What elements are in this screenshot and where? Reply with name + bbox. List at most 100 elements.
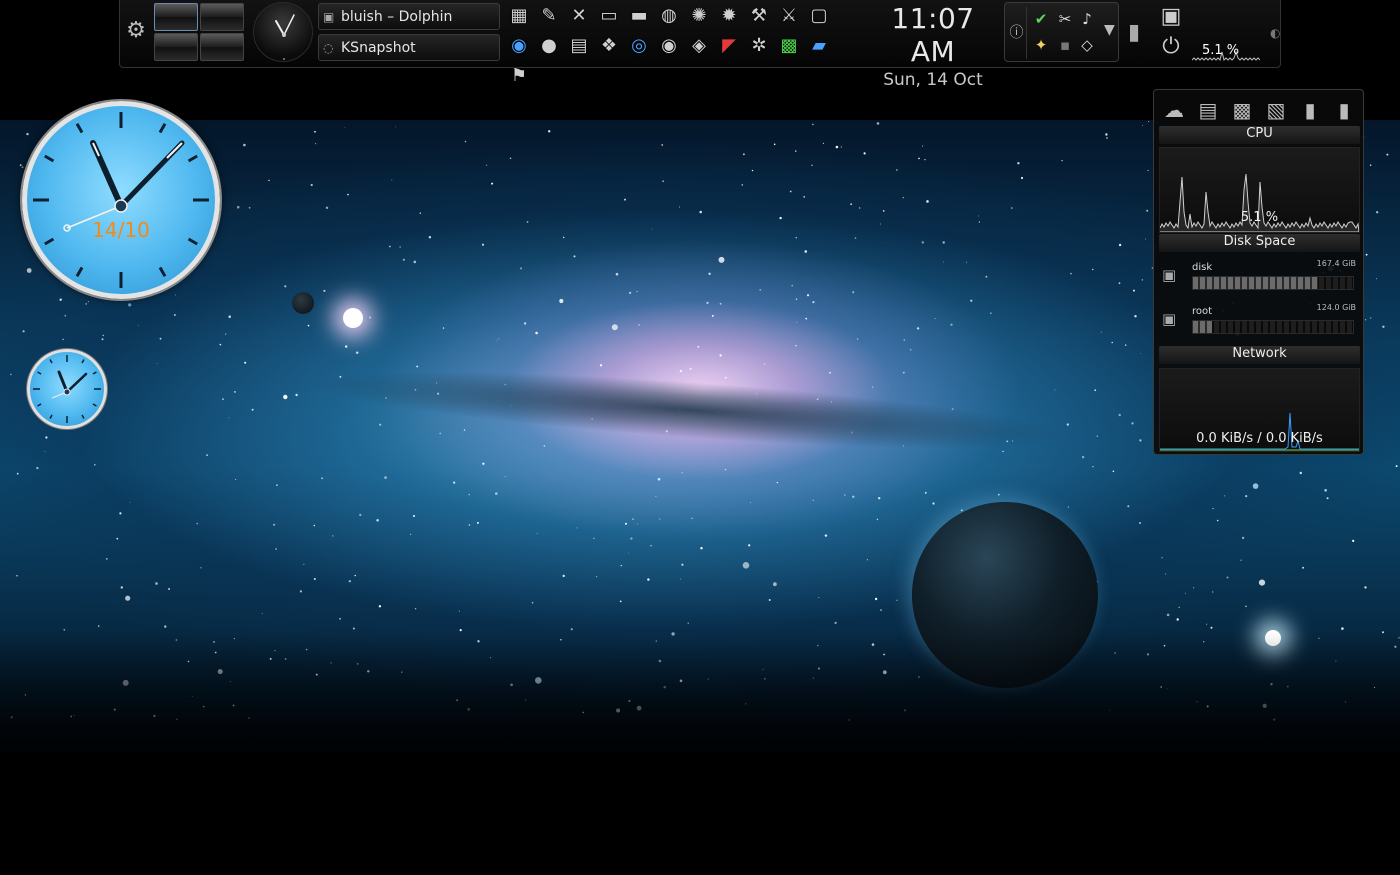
settings-icon[interactable]: ✹ bbox=[716, 2, 742, 29]
apps-icon[interactable]: ❖ bbox=[596, 32, 622, 59]
mc-icon[interactable]: ◎ bbox=[626, 32, 652, 59]
star bbox=[359, 513, 362, 517]
pager-desktop-3[interactable] bbox=[154, 33, 198, 61]
dolphin-icon: ▣ bbox=[323, 9, 335, 24]
flag-icon[interactable]: ◤ bbox=[716, 32, 742, 59]
tools-icon[interactable]: ✕ bbox=[566, 2, 592, 29]
hammer-icon[interactable]: ⚒ bbox=[746, 2, 772, 29]
star bbox=[467, 708, 471, 711]
star bbox=[637, 523, 639, 525]
star bbox=[902, 196, 905, 199]
monitor-icon[interactable]: ▩ bbox=[776, 32, 802, 59]
memory-applet-icon[interactable]: ▩ bbox=[1228, 96, 1256, 124]
task-dolphin[interactable]: ▣ bluish – Dolphin bbox=[318, 3, 500, 30]
star bbox=[795, 150, 797, 152]
eye-icon[interactable]: ◉ bbox=[656, 32, 682, 59]
star bbox=[1352, 539, 1355, 542]
volume-icon[interactable]: ♪ bbox=[1077, 9, 1097, 29]
quick-launch: ▦ ✎ ✕ ▭ ▬ ◍ ✺ ✹ ⚒ ⚔ ▢ ◉ ● ▤ ❖ ◎ ◉ ◈ ◤ ✲ … bbox=[506, 2, 846, 89]
disk-usage-bar bbox=[1192, 276, 1354, 290]
star bbox=[681, 472, 683, 474]
boxes-icon[interactable]: ▰ bbox=[806, 32, 832, 59]
map-pin-icon[interactable]: ⚑ bbox=[506, 62, 532, 89]
pager-desktop-1[interactable] bbox=[154, 3, 198, 31]
screen-icon[interactable]: ▢ bbox=[806, 2, 832, 29]
star bbox=[573, 255, 576, 258]
panel-analog-clock[interactable] bbox=[253, 2, 313, 62]
star bbox=[655, 640, 657, 642]
scissors-icon[interactable]: ✂ bbox=[1055, 9, 1075, 29]
alien-icon[interactable]: ◈ bbox=[686, 32, 712, 59]
star bbox=[628, 291, 632, 295]
trash-icon[interactable]: ▮ bbox=[1128, 20, 1140, 45]
star bbox=[536, 533, 538, 535]
star bbox=[997, 493, 1000, 496]
disk-row-root[interactable]: ▣ root 124.0 GiB bbox=[1162, 303, 1358, 342]
clock-tick bbox=[44, 154, 55, 163]
star bbox=[978, 215, 979, 217]
star bbox=[628, 700, 631, 702]
star bbox=[384, 476, 387, 479]
splat-icon[interactable]: ✺ bbox=[686, 2, 712, 29]
tray-expand-arrow-icon[interactable]: ▼ bbox=[1104, 22, 1115, 38]
network-applet-icon[interactable]: ▧ bbox=[1262, 96, 1290, 124]
task-label: KSnapshot bbox=[341, 39, 416, 56]
star bbox=[1184, 592, 1186, 594]
globe-icon[interactable]: ◉ bbox=[506, 32, 532, 59]
star bbox=[1100, 331, 1102, 333]
folder-icon[interactable]: ▬ bbox=[626, 2, 652, 29]
disc-icon[interactable]: ◍ bbox=[656, 2, 682, 29]
check-icon[interactable]: ✔ bbox=[1031, 9, 1051, 29]
star bbox=[251, 408, 254, 411]
disk-name: root bbox=[1192, 306, 1213, 317]
lock-screen-icon[interactable]: ▣ bbox=[1154, 2, 1188, 32]
star bbox=[904, 709, 906, 712]
star bbox=[593, 537, 595, 539]
temperature-applet-icon[interactable]: ▮ bbox=[1330, 96, 1358, 124]
sensor-applet-icon[interactable]: ▮ bbox=[1296, 96, 1324, 124]
satellite-icon[interactable]: ✲ bbox=[746, 32, 772, 59]
star bbox=[764, 363, 766, 365]
keyboard-icon[interactable]: ▪ bbox=[1055, 35, 1075, 55]
circle-icon[interactable]: ● bbox=[536, 32, 562, 59]
digital-clock[interactable]: 11:07 AM Sun, 14 Oct bbox=[868, 2, 998, 90]
star bbox=[113, 708, 116, 711]
cpu-graph[interactable]: 5.1 % bbox=[1159, 147, 1360, 233]
star bbox=[122, 679, 129, 686]
package-icon[interactable]: ▦ bbox=[506, 2, 532, 29]
task-ksnapshot[interactable]: ◌ KSnapshot bbox=[318, 34, 500, 61]
wrench-icon[interactable]: ⚔ bbox=[776, 2, 802, 29]
cpu-value: 5.1 % bbox=[1240, 210, 1279, 225]
clock-date-label: 14/10 bbox=[92, 218, 150, 242]
mini-cpu-monitor[interactable]: 5.1 % bbox=[1191, 6, 1261, 62]
star bbox=[1206, 623, 1208, 625]
star bbox=[659, 518, 661, 520]
pager-desktop-4[interactable] bbox=[200, 33, 244, 61]
star bbox=[789, 190, 792, 193]
star bbox=[101, 338, 104, 341]
mask-icon[interactable]: ▤ bbox=[566, 32, 592, 59]
disk-row-disk[interactable]: ▣ disk 167.4 GiB bbox=[1162, 259, 1358, 298]
star bbox=[339, 618, 341, 620]
star bbox=[428, 236, 432, 239]
desktop-small-clock[interactable] bbox=[27, 349, 107, 429]
pencil-icon[interactable]: ✎ bbox=[536, 2, 562, 29]
cpu-applet-icon[interactable]: ☁ bbox=[1160, 96, 1188, 124]
panel-settings-gear-icon[interactable]: ⚙ bbox=[122, 16, 150, 46]
star bbox=[926, 200, 929, 203]
power-icon[interactable]: ⏻ bbox=[1154, 32, 1188, 62]
pager-desktop-2[interactable] bbox=[200, 3, 244, 31]
notification-icon[interactable]: ✦ bbox=[1031, 35, 1051, 55]
star bbox=[1395, 465, 1398, 468]
star bbox=[482, 462, 485, 465]
panel-toolbox-icon[interactable]: ◐ bbox=[1270, 26, 1280, 40]
star bbox=[1146, 209, 1149, 212]
star bbox=[1245, 605, 1247, 607]
network-graph[interactable]: 0.0 KiB/s / 0.0 KiB/s bbox=[1159, 368, 1360, 452]
device-icon[interactable]: ◇ bbox=[1077, 35, 1097, 55]
info-icon[interactable]: ⓘ bbox=[1007, 7, 1027, 59]
hard-drive-applet-icon[interactable]: ▤ bbox=[1194, 96, 1222, 124]
window-icon[interactable]: ▭ bbox=[596, 2, 622, 29]
desktop-analog-clock[interactable]: 14/10 bbox=[22, 101, 220, 299]
star bbox=[804, 250, 807, 253]
